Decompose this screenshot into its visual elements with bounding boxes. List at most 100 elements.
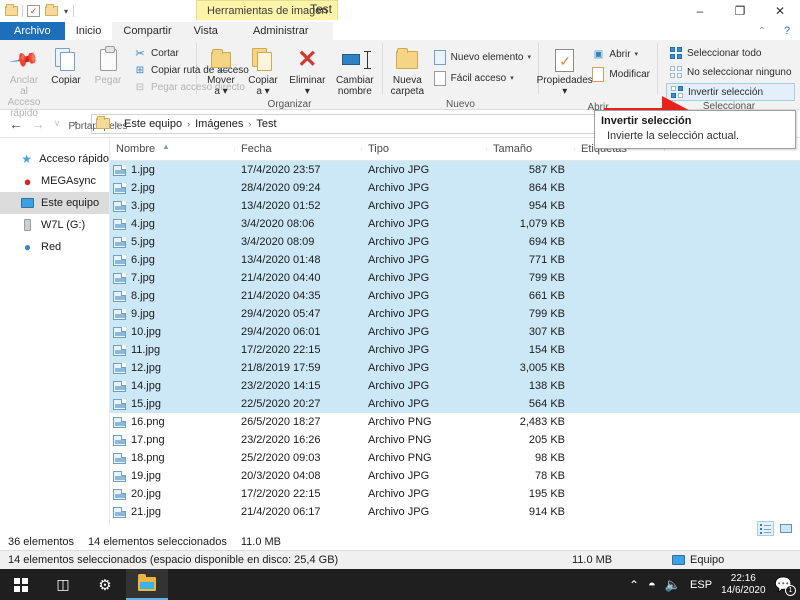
table-row[interactable]: 21.jpg 21/4/2020 06:17 Archivo JPG 914 KB xyxy=(110,503,800,521)
table-row[interactable]: 17.png 23/2/2020 16:26 Archivo PNG 205 KB xyxy=(110,431,800,449)
status-area: 36 elementos 14 elementos seleccionados … xyxy=(0,521,800,569)
large-icons-view-button[interactable] xyxy=(777,521,794,536)
sidebar-item-w7l-g[interactable]: W7L (G:) xyxy=(0,214,109,236)
file-size: 914 KB xyxy=(528,506,565,518)
file-date: 21/4/2020 04:40 xyxy=(241,272,321,284)
minimize-button[interactable]: – xyxy=(680,0,720,22)
table-row[interactable]: 2.jpg 28/4/2020 09:24 Archivo JPG 864 KB xyxy=(110,179,800,197)
file-date: 17/2/2020 22:15 xyxy=(241,344,321,356)
file-date: 22/5/2020 20:27 xyxy=(241,398,321,410)
select-none-button[interactable]: No seleccionar ninguno xyxy=(666,64,795,80)
clock[interactable]: 22:16 14/6/2020 xyxy=(721,573,766,597)
table-row[interactable]: 4.jpg 3/4/2020 08:06 Archivo JPG 1,079 KB xyxy=(110,215,800,233)
breadcrumb-item-imagenes[interactable]: Imágenes xyxy=(193,118,245,130)
file-date: 29/4/2020 06:01 xyxy=(241,326,321,338)
table-row[interactable]: 11.jpg 17/2/2020 22:15 Archivo JPG 154 KB xyxy=(110,341,800,359)
select-all-button[interactable]: Seleccionar todo xyxy=(666,45,795,61)
table-row[interactable]: 5.jpg 3/4/2020 08:09 Archivo JPG 694 KB xyxy=(110,233,800,251)
file-date: 17/2/2020 22:15 xyxy=(241,488,321,500)
tab-inicio[interactable]: Inicio xyxy=(65,22,113,40)
ribbon-collapse-button[interactable]: ⌃ xyxy=(750,22,774,40)
file-explorer-taskbar-button[interactable] xyxy=(126,569,168,600)
edit-button[interactable]: Modificar xyxy=(588,66,653,82)
close-button[interactable]: ✕ xyxy=(760,0,800,22)
new-item-caret-icon[interactable]: ▾ xyxy=(527,53,531,61)
window-title: Test xyxy=(310,2,333,16)
pin-to-quick-access-button[interactable]: 📌 Anclar al Acceso rápido xyxy=(4,43,44,121)
qat-separator xyxy=(22,5,23,17)
delete-button[interactable]: ✕ Eliminar ▾ xyxy=(285,43,330,99)
table-row[interactable]: 16.png 26/5/2020 18:27 Archivo PNG 2,483 KB xyxy=(110,413,800,431)
status-location-label: Equipo xyxy=(690,554,725,566)
column-header-fecha[interactable]: Fecha xyxy=(235,143,362,155)
qat-customize-caret-icon[interactable]: ▾ xyxy=(62,7,70,16)
qat-new-folder-icon[interactable] xyxy=(44,4,59,19)
table-row[interactable]: 7.jpg 21/4/2020 04:40 Archivo JPG 799 KB xyxy=(110,269,800,287)
easy-access-caret-icon[interactable]: ▾ xyxy=(510,74,514,82)
table-row[interactable]: 9.jpg 29/4/2020 05:47 Archivo JPG 799 KB xyxy=(110,305,800,323)
tab-compartir[interactable]: Compartir xyxy=(112,22,183,40)
file-name-cell: 17.png xyxy=(110,434,235,446)
tab-archivo[interactable]: Archivo xyxy=(0,22,65,40)
table-row[interactable]: 22.jpg21/4/2020 06:19Archivo JPG595 KB xyxy=(110,521,800,524)
image-file-icon xyxy=(113,218,126,230)
file-date: 29/4/2020 05:47 xyxy=(241,308,321,320)
table-row[interactable]: 12.jpg 21/8/2019 17:59 Archivo JPG 3,005 KB xyxy=(110,359,800,377)
copy-to-button[interactable]: Copiar a ▾ xyxy=(243,43,283,99)
open-small-buttons: ▣ Abrir ▾ Modificar ↺ Historial xyxy=(588,43,653,102)
details-view-button[interactable] xyxy=(757,521,774,536)
status-selected-size: 11.0 MB xyxy=(240,535,282,548)
file-size: 1,079 KB xyxy=(519,218,565,230)
maximize-button[interactable]: ❐ xyxy=(720,0,760,22)
open-caret-icon[interactable]: ▾ xyxy=(635,50,639,58)
sidebar-item-megasync[interactable]: ● MEGAsync xyxy=(0,170,109,192)
tab-administrar[interactable]: Administrar xyxy=(228,22,333,40)
column-header-nombre[interactable]: Nombre ▲ xyxy=(110,142,235,155)
image-file-icon xyxy=(113,452,126,464)
drive-icon xyxy=(20,218,35,233)
task-view-button[interactable]: ◫ xyxy=(42,569,84,600)
new-item-button[interactable]: Nuevo elemento ▾ xyxy=(430,49,534,65)
details-view-icon xyxy=(760,524,771,534)
window-controls: – ❐ ✕ xyxy=(680,0,800,22)
sidebar-item-acceso-rapido[interactable]: ★ Acceso rápido xyxy=(0,148,109,170)
breadcrumb-item-test[interactable]: Test xyxy=(254,118,278,130)
table-row[interactable]: 18.png 25/2/2020 09:03 Archivo PNG 98 KB xyxy=(110,449,800,467)
table-row[interactable]: 6.jpg 13/4/2020 01:48 Archivo JPG 771 KB xyxy=(110,251,800,269)
copy-button[interactable]: Copiar xyxy=(46,43,86,88)
table-row[interactable]: 19.jpg 20/3/2020 04:08 Archivo JPG 78 KB xyxy=(110,467,800,485)
new-folder-button[interactable]: Nueva carpeta xyxy=(387,43,428,99)
easy-access-button[interactable]: Fácil acceso ▾ xyxy=(430,70,534,86)
column-header-tipo[interactable]: Tipo xyxy=(362,143,487,155)
file-name-cell: 3.jpg xyxy=(110,200,235,212)
sidebar-item-red[interactable]: ● Red xyxy=(0,236,109,258)
notifications-button[interactable]: 💬 1 xyxy=(775,576,796,596)
tab-vista[interactable]: Vista xyxy=(182,22,229,40)
rename-button[interactable]: Cambiar nombre xyxy=(332,43,378,99)
sidebar-item-label: W7L (G:) xyxy=(41,219,86,231)
start-button[interactable] xyxy=(0,569,42,600)
table-row[interactable]: 8.jpg 21/4/2020 04:35 Archivo JPG 661 KB xyxy=(110,287,800,305)
table-row[interactable]: 1.jpg 17/4/2020 23:57 Archivo JPG 587 KB xyxy=(110,161,800,179)
table-row[interactable]: 3.jpg 13/4/2020 01:52 Archivo JPG 954 KB xyxy=(110,197,800,215)
language-indicator[interactable]: ESP xyxy=(690,579,712,591)
help-icon[interactable]: ? xyxy=(774,22,800,40)
sidebar-item-este-equipo[interactable]: Este equipo xyxy=(0,192,109,214)
move-to-button[interactable]: ← Mover a ▾ xyxy=(201,43,241,99)
column-header-tamano[interactable]: Tamaño xyxy=(487,143,575,155)
image-file-icon xyxy=(113,488,126,500)
table-row[interactable]: 20.jpg 17/2/2020 22:15 Archivo JPG 195 KB xyxy=(110,485,800,503)
table-row[interactable]: 15.jpg 22/5/2020 20:27 Archivo JPG 564 KB xyxy=(110,395,800,413)
wifi-icon[interactable]: ◓ xyxy=(648,577,656,592)
open-button[interactable]: ▣ Abrir ▾ xyxy=(588,46,653,62)
tray-chevron-icon[interactable]: ⌃ xyxy=(629,578,639,592)
view-mode-buttons xyxy=(757,521,794,536)
paste-button[interactable]: Pegar xyxy=(88,43,128,88)
properties-button[interactable]: ✓ Propiedades ▾ xyxy=(537,43,593,99)
table-row[interactable]: 14.jpg 23/2/2020 14:15 Archivo JPG 138 KB xyxy=(110,377,800,395)
table-row[interactable]: 10.jpg 29/4/2020 06:01 Archivo JPG 307 KB xyxy=(110,323,800,341)
qat-properties-icon[interactable]: ✓ xyxy=(26,4,41,19)
speaker-icon[interactable]: 🔈 xyxy=(665,577,681,593)
qat-folder-icon[interactable] xyxy=(4,4,19,19)
settings-taskbar-button[interactable]: ⚙ xyxy=(84,569,126,600)
